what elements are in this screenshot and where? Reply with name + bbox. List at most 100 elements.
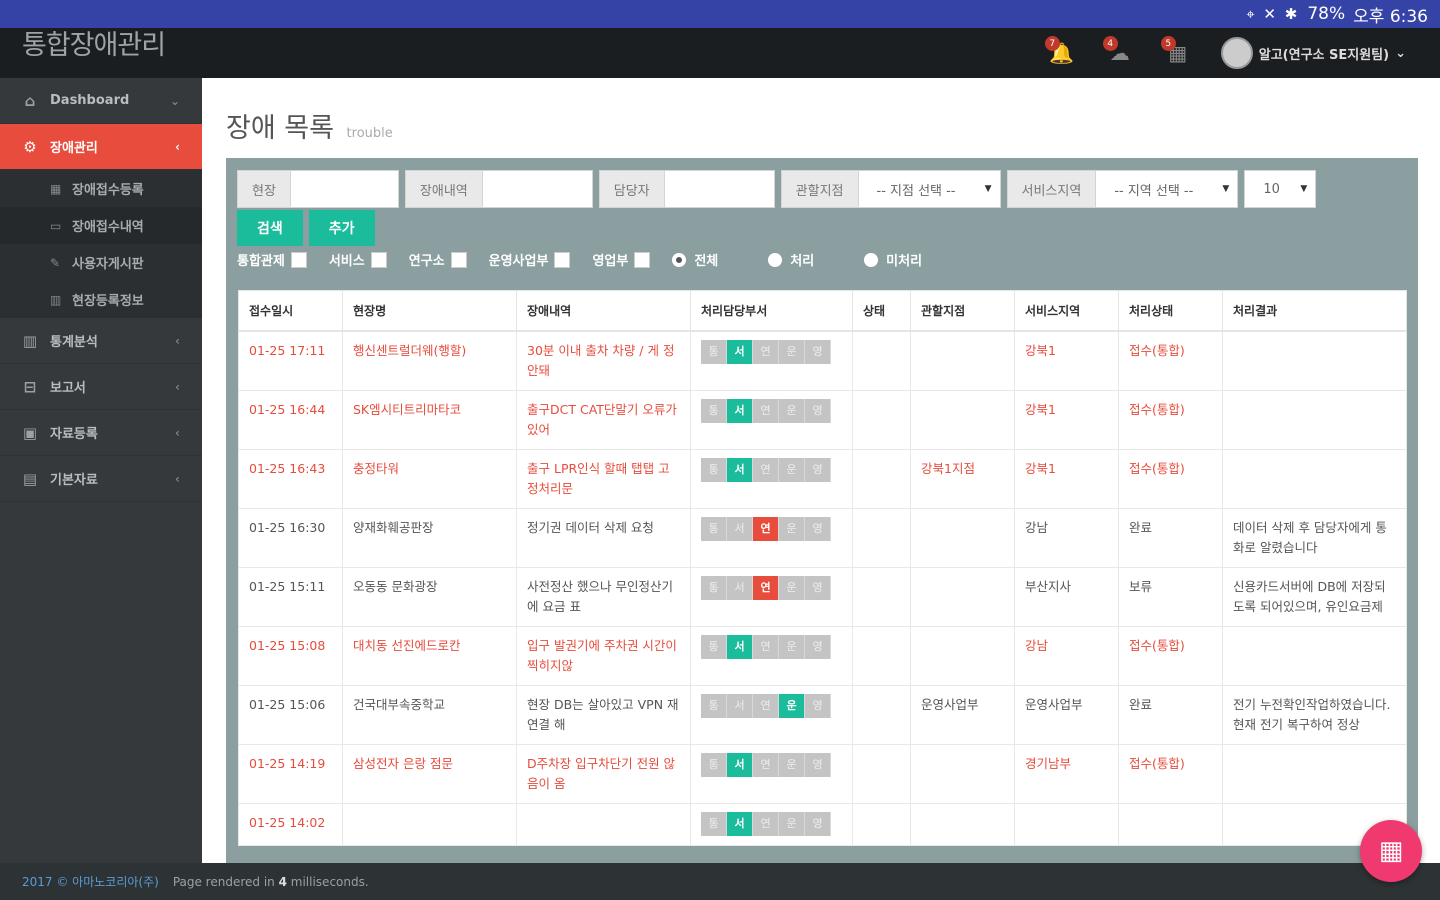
cell-branch bbox=[910, 330, 1015, 391]
stage-indicator: 통서연운영 bbox=[690, 802, 853, 846]
cell-detail: 정기권 데이터 삭제 요청 bbox=[516, 507, 691, 568]
sidebar-subitem-list[interactable]: ▭ 장애접수내역 bbox=[0, 207, 202, 244]
cell-result bbox=[1222, 625, 1407, 686]
table-row[interactable]: 01-25 15:11 오동동 문화광장 사전정산 했으나 무인정산기에 요금 표통… bbox=[238, 566, 1407, 627]
user-menu[interactable]: 알고(연구소 SE지원팀) ⌄ bbox=[1220, 37, 1406, 69]
checkbox-operations[interactable]: 운영사업부 bbox=[489, 250, 571, 269]
page-size-select[interactable]: 10 ▼ bbox=[1244, 170, 1317, 208]
stage-badge: 연 bbox=[753, 575, 779, 600]
sidebar-item-basic-data[interactable]: ▤ 기본자료 ‹ bbox=[0, 456, 202, 502]
stage-badge: 연 bbox=[753, 634, 779, 659]
table-row[interactable]: 01-25 14:19 삼성전자 은랑 점문 D주차장 입구차단기 전원 않음이 옴… bbox=[238, 743, 1407, 804]
checkbox-sales[interactable]: 영업부 bbox=[592, 250, 651, 269]
detail-input[interactable] bbox=[482, 170, 593, 208]
stage-badge: 영 bbox=[805, 339, 831, 364]
table-row[interactable]: 01-25 15:06 건국대부속중학교 현장 DB는 살아있고 VPN 재연결 해… bbox=[238, 684, 1407, 745]
chevron-left-icon: ‹ bbox=[175, 379, 180, 394]
form-icon: ▦ bbox=[50, 181, 62, 196]
column-header[interactable]: 처리상태 bbox=[1118, 290, 1223, 332]
cell-date: 01-25 16:30 bbox=[238, 507, 343, 568]
column-header[interactable]: 접수일시 bbox=[238, 290, 343, 332]
cell-detail: 사전정산 했으나 무인정산기에 요금 표 bbox=[516, 566, 691, 627]
stage-indicator: 통서연운영 bbox=[690, 507, 853, 568]
cell-region: 경기남부 bbox=[1014, 743, 1119, 804]
cell-date: 01-25 15:06 bbox=[238, 684, 343, 745]
cell-date: 01-25 14:02 bbox=[238, 802, 343, 846]
table-row[interactable]: 01-25 16:30 양재화훼공판장 정기권 데이터 삭제 요청 통 서 연 운 영 강남 완료… bbox=[238, 507, 1407, 568]
cell-branch bbox=[910, 743, 1015, 804]
bell-icon[interactable]: 🔔 7 bbox=[1044, 36, 1077, 68]
sidebar-subitem-register[interactable]: ▦ 장애접수등록 bbox=[0, 170, 202, 207]
cell-detail: 현장 DB는 살아있고 VPN 재연결 해 bbox=[516, 684, 691, 745]
cell-branch bbox=[910, 566, 1015, 627]
stage-badge: 서 bbox=[727, 693, 753, 718]
stage-badge: 영 bbox=[805, 693, 831, 718]
cell-site: 행신센트럴더웨(행할) bbox=[342, 330, 517, 391]
cell-site bbox=[342, 802, 517, 846]
sidebar-item-statistics[interactable]: ▥ 통계분석 ‹ bbox=[0, 318, 202, 364]
cell-branch bbox=[910, 389, 1015, 450]
top-header: 통합장애관리 🔔 7 ☁ 4 ▦ 5 알고(연구소 SE지원팀) ⌄ bbox=[0, 28, 1440, 78]
checkbox-service[interactable]: 서비스 bbox=[329, 250, 387, 269]
column-header[interactable]: 현장명 bbox=[342, 290, 517, 332]
sidebar-subitem-board[interactable]: ✎ 사용자게시판 bbox=[0, 244, 202, 281]
column-header[interactable]: 상태 bbox=[852, 290, 911, 332]
cell-detail: 30분 이내 출차 차량 / 게 정안돼 bbox=[516, 330, 691, 391]
main-content: 장애 목록 trouble 현장 장애내역 담당자 관할지점 -- 지점 선택 … bbox=[202, 78, 1440, 863]
sidebar-item-dashboard[interactable]: ⌂ Dashboard ⌄ bbox=[0, 78, 202, 124]
sidebar-item-report[interactable]: ⊟ 보고서 ‹ bbox=[0, 364, 202, 410]
notification-badge: 7 bbox=[1044, 36, 1060, 51]
stage-badge: 통 bbox=[701, 811, 727, 836]
sidebar-item-trouble[interactable]: ⚙ 장애관리 ‹ bbox=[0, 124, 202, 170]
brand-logo[interactable]: 통합장애관리 bbox=[0, 32, 202, 59]
copyright[interactable]: 2017 © 아마노코리아(주) bbox=[22, 873, 159, 890]
table-row[interactable]: 01-25 15:08 대치동 선진에드로칸 입구 발권기에 주차권 시간이 찍히지… bbox=[238, 625, 1407, 686]
region-select[interactable]: -- 지역 선택 -- ▼ bbox=[1096, 170, 1239, 208]
search-button[interactable]: 검색 bbox=[237, 210, 303, 246]
radio-all[interactable]: 전체 bbox=[672, 250, 718, 269]
cell-region: 부산지사 bbox=[1014, 566, 1119, 627]
sidebar-subitem-site-info[interactable]: ▥ 현장등록정보 bbox=[0, 281, 202, 318]
checkbox-control-center[interactable]: 통합관제 bbox=[237, 250, 307, 269]
sidebar-item-data-entry[interactable]: ▣ 자료등록 ‹ bbox=[0, 410, 202, 456]
stage-indicator: 통서연운영 bbox=[690, 330, 853, 391]
database-icon: ▤ bbox=[22, 469, 38, 488]
stage-badge: 서 bbox=[727, 398, 753, 423]
radio-unprocessed[interactable]: 미처리 bbox=[864, 250, 922, 269]
stage-badge: 운 bbox=[779, 339, 805, 364]
table-row[interactable]: 01-25 14:02 통 서 연 운 영 bbox=[238, 802, 1407, 846]
table-row[interactable]: 01-25 16:43 충정타워 출구 LPR인식 할때 탭탭 고정처리문 통 서 연 운 영… bbox=[238, 448, 1407, 509]
region-filter: 서비스지역 -- 지역 선택 -- ▼ bbox=[1006, 170, 1239, 208]
column-header[interactable]: 서비스지역 bbox=[1014, 290, 1119, 332]
stage-badge: 통 bbox=[701, 398, 727, 423]
stage-badge: 영 bbox=[805, 575, 831, 600]
column-header[interactable]: 관할지점 bbox=[910, 290, 1015, 332]
stage-badge: 연 bbox=[753, 398, 779, 423]
filter-panel: 현장 장애내역 담당자 관할지점 -- 지점 선택 -- ▼ 서비스지역 -- … bbox=[226, 158, 1418, 278]
cell-result: 데이터 삭제 후 담당자에게 통화로 알렸습니다 bbox=[1222, 507, 1407, 568]
cell-date: 01-25 15:08 bbox=[238, 625, 343, 686]
add-button[interactable]: 추가 bbox=[308, 210, 375, 246]
site-input[interactable] bbox=[290, 170, 399, 208]
manager-input[interactable] bbox=[664, 170, 775, 208]
stage-badge: 운 bbox=[779, 752, 805, 777]
cell-region: 강북1 bbox=[1014, 389, 1119, 450]
table-row[interactable]: 01-25 17:11 행신센트럴더웨(행할) 30분 이내 출차 차량 / 게 정… bbox=[238, 330, 1407, 391]
cell-result bbox=[1222, 743, 1407, 804]
chevron-down-icon: ⌄ bbox=[169, 93, 180, 108]
column-header[interactable]: 장애내역 bbox=[516, 290, 691, 332]
stage-badge: 영 bbox=[805, 516, 831, 541]
cell-site: 대치동 선진에드로칸 bbox=[342, 625, 517, 686]
grid-icon[interactable]: ▦ bbox=[1360, 820, 1422, 882]
calendar-icon[interactable]: ▦ 5 bbox=[1160, 36, 1193, 68]
user-name: 알고(연구소 SE지원팀) bbox=[1258, 47, 1390, 63]
cell-region: 강남 bbox=[1014, 625, 1119, 686]
table-row[interactable]: 01-25 16:44 SK엠시티트리마타코 출구DCT CAT단말기 오류가 있어… bbox=[238, 389, 1407, 450]
cloud-icon[interactable]: ☁ 4 bbox=[1102, 36, 1135, 68]
notification-badge: 4 bbox=[1102, 36, 1118, 51]
branch-select[interactable]: -- 지점 선택 -- ▼ bbox=[858, 170, 1001, 208]
radio-processed[interactable]: 처리 bbox=[768, 250, 814, 269]
checkbox-research[interactable]: 연구소 bbox=[409, 250, 467, 269]
column-header[interactable]: 처리결과 bbox=[1222, 290, 1407, 332]
column-header[interactable]: 처리담당부서 bbox=[690, 290, 853, 332]
